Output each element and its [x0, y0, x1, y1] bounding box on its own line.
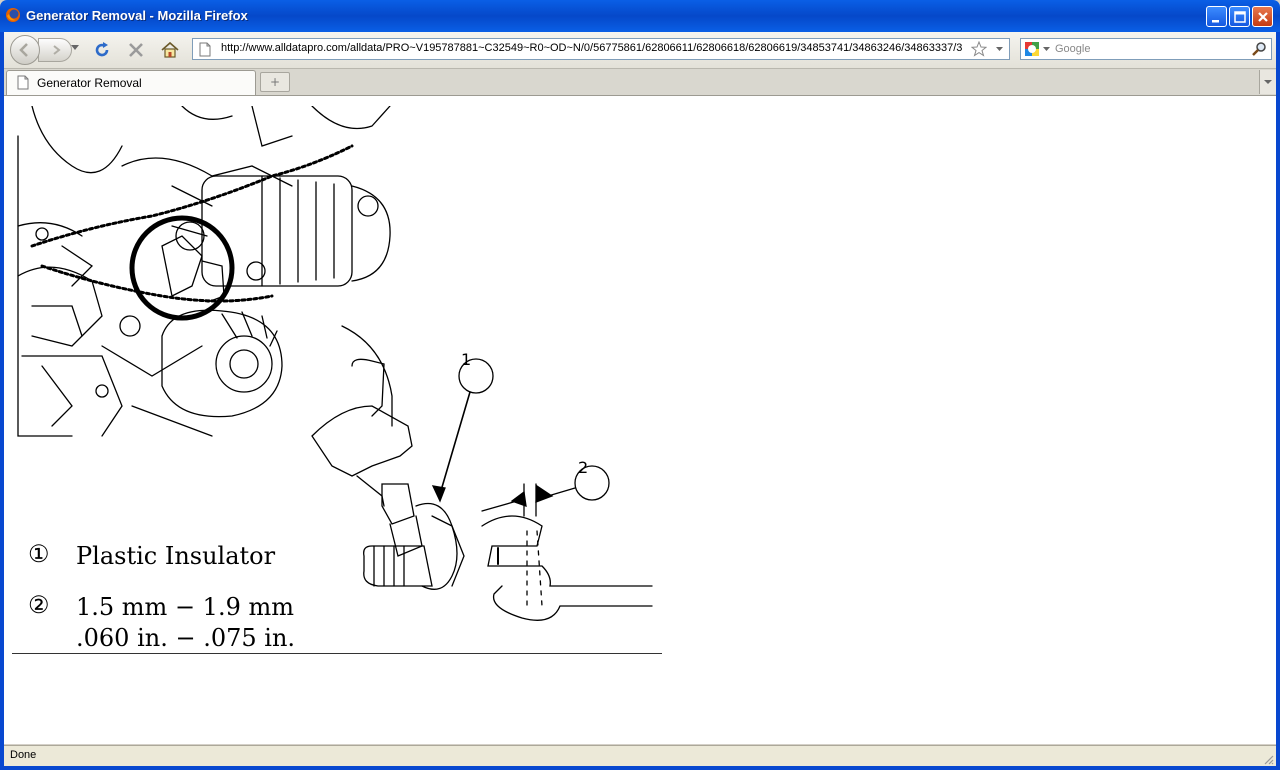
tab-label: Generator Removal [37, 76, 142, 90]
terminal-detail [311, 325, 653, 621]
window-frame-right [1276, 32, 1280, 770]
page-icon [17, 75, 29, 90]
forward-icon [53, 45, 61, 55]
search-icon[interactable] [1251, 41, 1267, 57]
window-title: Generator Removal - Mozilla Firefox [26, 8, 248, 23]
new-tab-button[interactable]: + [260, 72, 290, 92]
maximize-icon [1234, 11, 1246, 23]
reload-icon[interactable] [92, 40, 112, 60]
search-bar [1020, 38, 1272, 60]
title-bar: Generator Removal - Mozilla Firefox [0, 0, 1280, 32]
callout-1-label: 1 [461, 350, 472, 369]
home-icon[interactable] [160, 40, 180, 60]
resize-grip-icon[interactable] [1262, 753, 1274, 765]
tab-strip: Generator Removal + [4, 69, 1276, 96]
chevron-down-icon [1264, 80, 1272, 84]
window-frame-bottom [0, 766, 1280, 770]
stop-icon[interactable] [126, 40, 146, 60]
divider [12, 653, 662, 654]
status-text: Done [10, 749, 37, 761]
back-button[interactable] [10, 35, 40, 65]
forward-button[interactable] [38, 38, 72, 62]
url-dropdown-icon[interactable] [996, 47, 1003, 52]
legend-gap-inches: .060 in. − .075 in. [76, 624, 296, 652]
back-icon [19, 43, 28, 57]
page-icon [199, 42, 211, 57]
maximize-button[interactable] [1229, 6, 1250, 27]
list-all-tabs-button[interactable] [1259, 70, 1276, 94]
legend-gap-mm: 1.5 mm − 1.9 mm [76, 593, 294, 621]
tab-generator-removal[interactable]: Generator Removal [6, 70, 256, 95]
navigation-toolbar: http://www.alldatapro.com/alldata/PRO~V1… [4, 32, 1276, 69]
close-window-button[interactable] [1252, 6, 1273, 27]
legend-number-1: ① [28, 540, 50, 568]
search-engine-dropdown-icon[interactable] [1043, 47, 1050, 52]
url-text: http://www.alldatapro.com/alldata/PRO~V1… [221, 42, 963, 54]
close-icon [1258, 12, 1268, 22]
minimize-button[interactable] [1206, 6, 1227, 27]
firefox-icon [6, 8, 20, 22]
legend-plastic-insulator: Plastic Insulator [76, 542, 276, 570]
search-input[interactable] [1055, 41, 1245, 57]
new-tab-icon: + [269, 75, 281, 89]
callout-2-label: 2 [578, 458, 589, 477]
history-dropdown-icon[interactable] [71, 45, 79, 51]
engine-sketch [17, 106, 391, 437]
page-content: 1 2 ① Plastic Insulator ② 1.5 mm − 1.9 m… [4, 96, 1276, 744]
google-engine-icon[interactable] [1024, 41, 1040, 57]
minimize-icon [1212, 20, 1219, 23]
bookmark-star-icon[interactable] [971, 41, 987, 57]
url-bar[interactable]: http://www.alldatapro.com/alldata/PRO~V1… [192, 38, 1010, 60]
status-bar: Done [4, 745, 1276, 767]
legend-number-2: ② [28, 591, 50, 619]
